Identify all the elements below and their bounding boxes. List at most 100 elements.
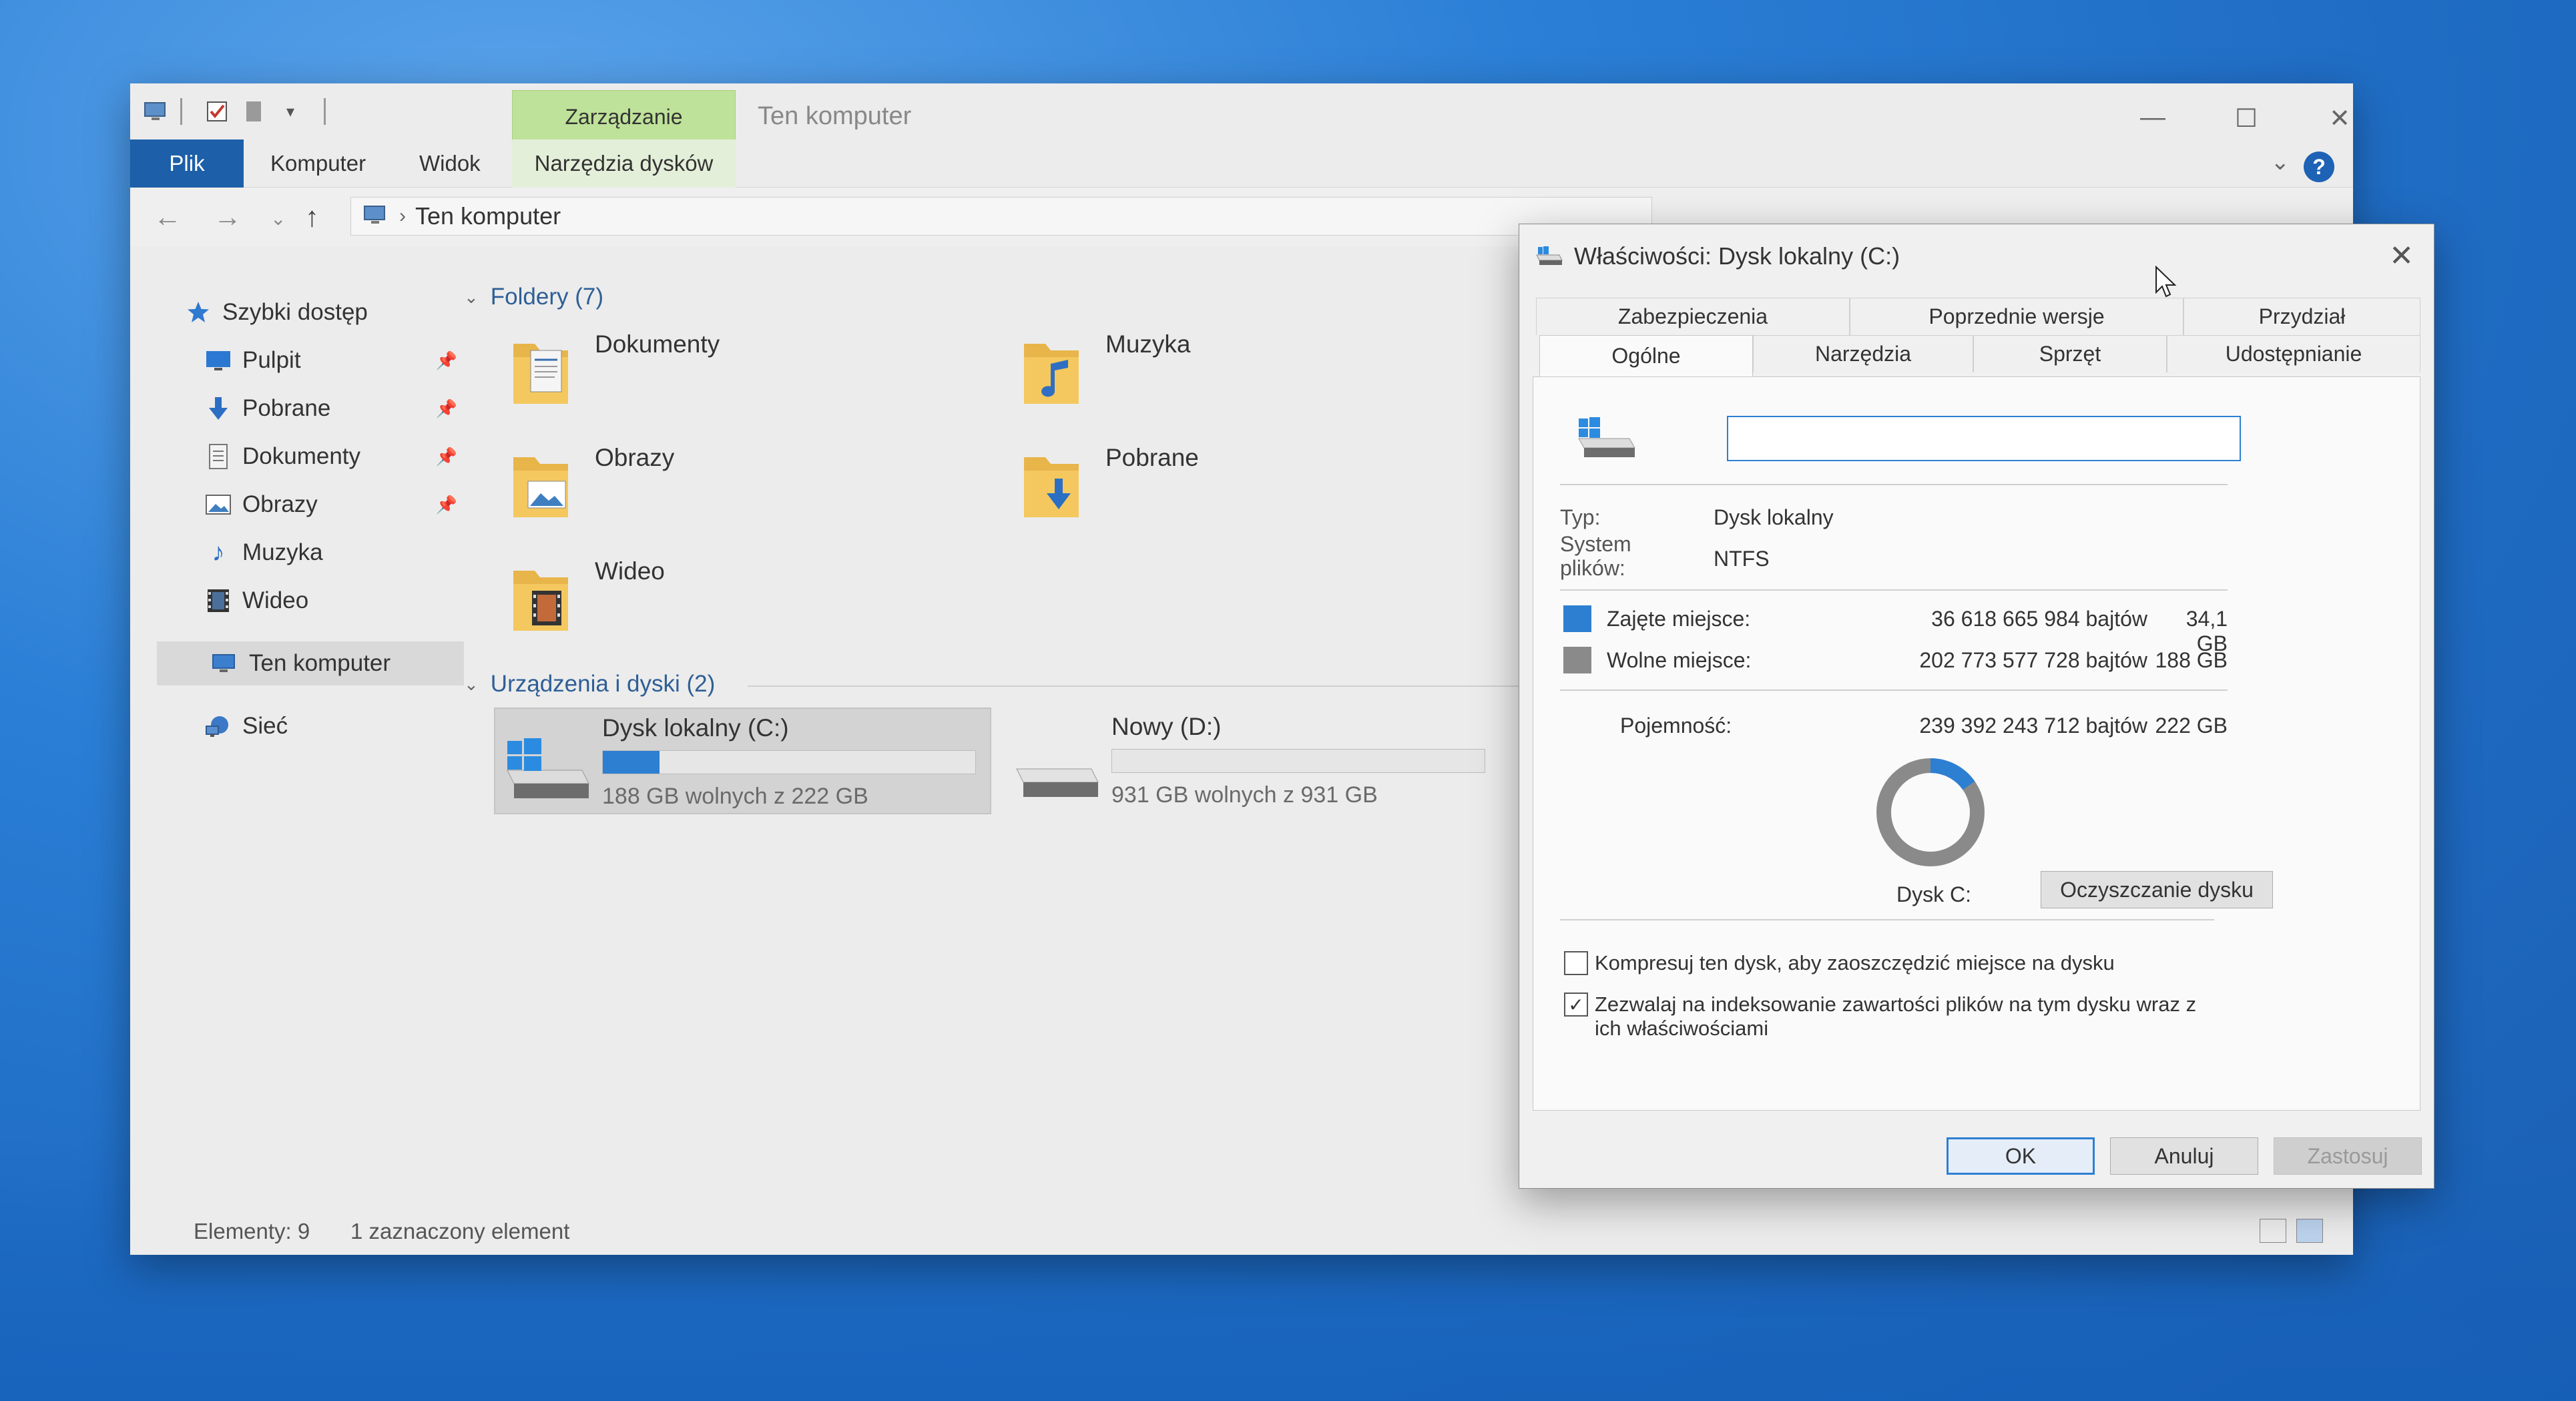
- toolbar-separator: [180, 98, 182, 125]
- drive-item-c[interactable]: Dysk lokalny (C:) 188 GB wolnych z 222 G…: [494, 708, 991, 814]
- music-note-icon: ♪: [212, 538, 225, 567]
- pin-icon[interactable]: 📌: [436, 398, 457, 419]
- free-space-swatch: [1563, 647, 1591, 673]
- compress-drive-label: Kompresuj ten dysk, aby zaoszczędzić mie…: [1595, 951, 2115, 974]
- filesystem-value: NTFS: [1714, 547, 1770, 571]
- type-label: Typ:: [1560, 505, 1601, 529]
- folder-item-downloads[interactable]: Pobrane: [1015, 437, 1482, 537]
- maximize-icon[interactable]: ☐: [2226, 103, 2266, 133]
- computer-icon: [210, 649, 240, 678]
- allow-indexing-label-line2: ich właściwościami: [1595, 1017, 1769, 1040]
- tab-hardware[interactable]: Sprzęt: [1973, 335, 2167, 372]
- properties-dialog: Właściwości: Dysk lokalny (C:) ✕ Zabezpi…: [1519, 224, 2434, 1189]
- sidebar-item-documents[interactable]: Dokumenty 📌: [204, 435, 471, 479]
- sidebar-item-pictures[interactable]: Obrazy 📌: [204, 483, 471, 527]
- sidebar-item-label: Szybki dostęp: [222, 299, 368, 325]
- tab-previous-versions[interactable]: Poprzednie wersje: [1850, 298, 2183, 335]
- drive-usage-bar: [602, 750, 976, 774]
- divider: [1560, 689, 2228, 691]
- sidebar-item-music[interactable]: ♪ Muzyka: [204, 531, 471, 575]
- customize-toolbar-chevron-icon[interactable]: ▾: [277, 98, 304, 125]
- filesystem-label: System: [1560, 532, 1631, 556]
- divider: [1560, 919, 2214, 920]
- allow-indexing-checkbox[interactable]: ✓: [1564, 993, 1588, 1017]
- sidebar-item-videos[interactable]: Wideo: [204, 579, 471, 623]
- minimize-icon[interactable]: —: [2133, 103, 2173, 132]
- ribbon-tabs: Plik Komputer Widok Narzędzia dysków ⌄ ?: [130, 139, 2353, 188]
- folder-item-videos[interactable]: Wideo: [504, 551, 971, 651]
- free-space-gb: 188 GB: [2155, 648, 2228, 672]
- pin-icon[interactable]: 📌: [436, 350, 457, 371]
- desktop-icon: [204, 346, 233, 375]
- details-view-icon[interactable]: [2260, 1219, 2286, 1243]
- tab-quota[interactable]: Przydział: [2183, 298, 2420, 335]
- capacity-bytes: 239 392 243 712 bajtów: [1919, 714, 2147, 738]
- disk-cleanup-button[interactable]: Oczyszczanie dysku: [2041, 871, 2273, 908]
- back-arrow-icon[interactable]: ←: [154, 201, 182, 233]
- tab-file[interactable]: Plik: [130, 139, 244, 188]
- folder-item-pictures[interactable]: Obrazy: [504, 437, 971, 537]
- apply-button[interactable]: Zastosuj: [2274, 1137, 2422, 1175]
- drive-label-input[interactable]: [1727, 416, 2241, 461]
- sidebar-item-label: Sieć: [242, 713, 288, 739]
- drive-usage-fill: [603, 751, 660, 774]
- sidebar-item-network[interactable]: Sieć: [204, 704, 471, 748]
- properties-check-icon[interactable]: [204, 98, 230, 125]
- film-icon: [204, 586, 233, 615]
- recent-locations-chevron-icon[interactable]: ⌄: [270, 208, 286, 230]
- breadcrumb-chevron-icon: ›: [399, 205, 406, 227]
- divider: [1560, 589, 2228, 591]
- tab-view[interactable]: Widok: [419, 139, 481, 188]
- sidebar-item-quick-access[interactable]: Szybki dostęp: [184, 290, 497, 334]
- tab-tools[interactable]: Narzędzia: [1753, 335, 1973, 372]
- star-icon: [184, 298, 213, 327]
- folder-item-documents[interactable]: Dokumenty: [504, 324, 971, 424]
- free-space-bytes: 202 773 577 728 bajtów: [1919, 648, 2147, 672]
- devices-group-header[interactable]: ⌄ Urządzenia i dyski (2): [464, 671, 715, 697]
- close-icon[interactable]: ✕: [2320, 103, 2360, 133]
- drive-caption: Dysk C:: [1896, 882, 1971, 906]
- tab-general[interactable]: Ogólne: [1539, 335, 1753, 376]
- breadcrumb[interactable]: Ten komputer: [415, 202, 561, 230]
- pin-icon[interactable]: 📌: [436, 447, 457, 467]
- tab-sharing[interactable]: Udostępnianie: [2167, 335, 2420, 372]
- compress-drive-checkbox[interactable]: [1564, 951, 1588, 975]
- document-icon: [204, 442, 233, 471]
- pin-icon[interactable]: 📌: [436, 495, 457, 515]
- context-tab-manage[interactable]: Zarządzanie: [512, 90, 736, 144]
- forward-arrow-icon[interactable]: →: [214, 201, 242, 233]
- tab-drive-tools[interactable]: Narzędzia dysków: [512, 139, 736, 188]
- ok-button[interactable]: OK: [1947, 1137, 2095, 1175]
- new-folder-icon[interactable]: [240, 98, 267, 125]
- drive-icon: [1534, 243, 1563, 270]
- folders-group-header[interactable]: ⌄ Foldery (7): [464, 284, 603, 310]
- expand-ribbon-chevron-icon[interactable]: ⌄: [2271, 149, 2290, 176]
- folder-item-music[interactable]: Muzyka: [1015, 324, 1482, 424]
- type-value: Dysk lokalny: [1714, 505, 1834, 529]
- dialog-title-bar: Właściwości: Dysk lokalny (C:) ✕: [1519, 224, 2434, 288]
- collapse-chevron-icon[interactable]: ⌄: [464, 674, 479, 695]
- windows-drive-icon: [1573, 410, 1640, 467]
- hard-drive-icon: [1005, 708, 1105, 808]
- drive-free-space: 188 GB wolnych z 222 GB: [602, 784, 868, 809]
- sidebar-item-downloads[interactable]: Pobrane 📌: [204, 386, 471, 431]
- large-icons-view-icon[interactable]: [2296, 1219, 2323, 1243]
- cancel-button[interactable]: Anuluj: [2110, 1137, 2258, 1175]
- help-icon[interactable]: ?: [2304, 152, 2334, 182]
- tab-computer[interactable]: Komputer: [270, 139, 366, 188]
- status-bar: Elementy: 9 1 zaznaczony element: [130, 1208, 2353, 1255]
- sidebar-item-this-pc[interactable]: Ten komputer: [157, 641, 464, 685]
- drive-item-d[interactable]: Nowy (D:) 931 GB wolnych z 931 GB: [1005, 708, 1512, 814]
- videos-folder-icon: [504, 551, 584, 637]
- mouse-cursor-icon: [2155, 266, 2177, 298]
- up-arrow-icon[interactable]: ↑: [305, 201, 319, 233]
- status-selected-count: 1 zaznaczony element: [350, 1219, 570, 1243]
- allow-indexing-label: Zezwalaj na indeksowanie zawartości plik…: [1595, 993, 2197, 1016]
- tab-security[interactable]: Zabezpieczenia: [1536, 298, 1850, 335]
- address-bar[interactable]: › Ten komputer: [350, 197, 1652, 236]
- collapse-chevron-icon[interactable]: ⌄: [464, 287, 479, 308]
- network-icon: [204, 712, 233, 741]
- close-icon[interactable]: ✕: [2389, 239, 2414, 273]
- sidebar-item-desktop[interactable]: Pulpit 📌: [204, 338, 471, 382]
- drive-free-space: 931 GB wolnych z 931 GB: [1111, 782, 1378, 808]
